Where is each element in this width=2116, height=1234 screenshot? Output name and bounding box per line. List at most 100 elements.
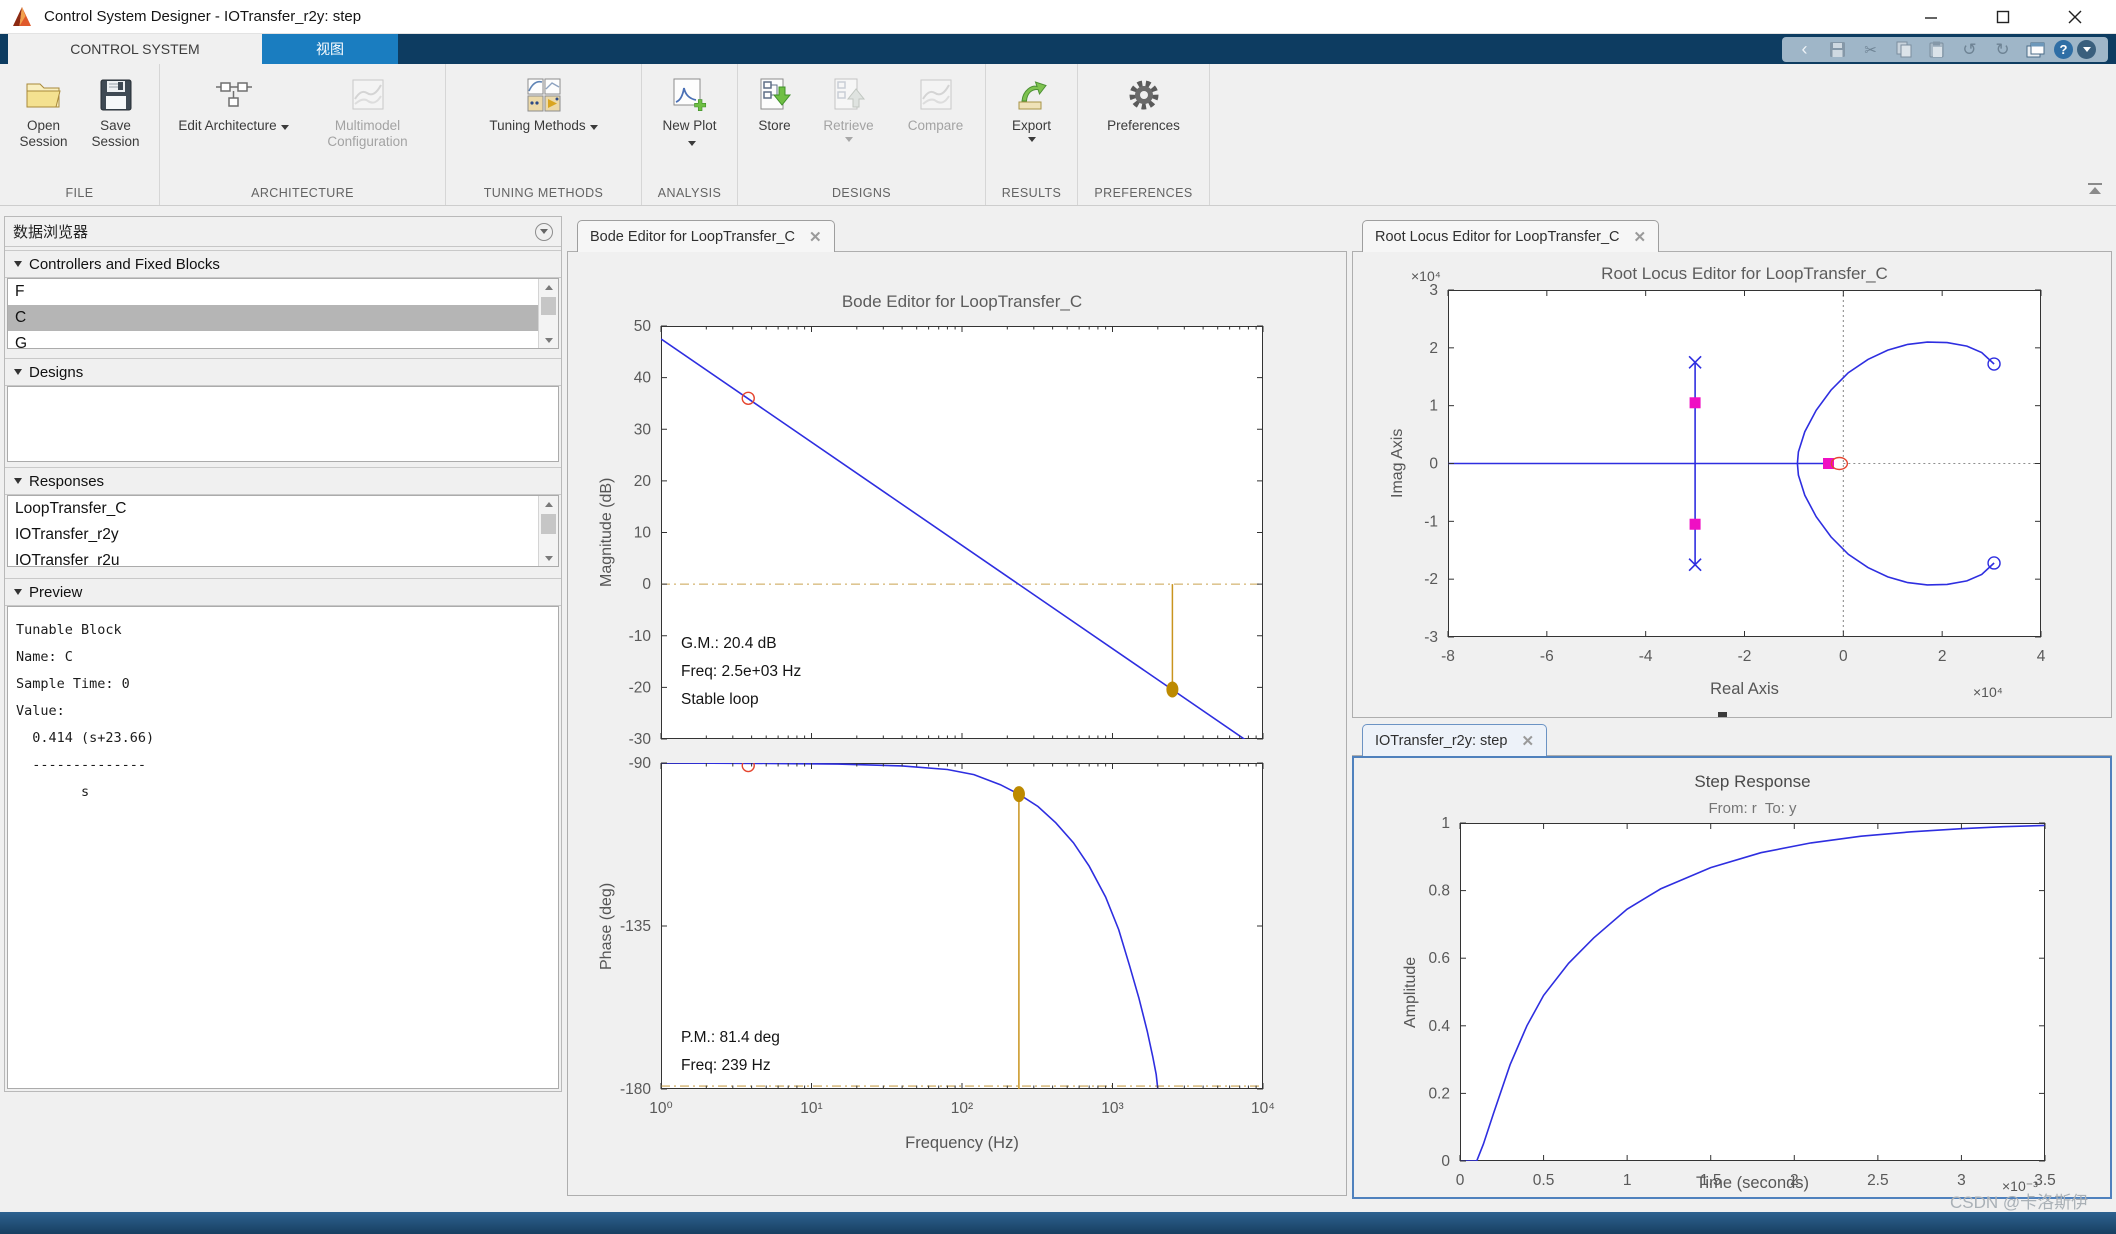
anno-line: Freq: 239 Hz [681, 1052, 780, 1080]
data-browser-menu-icon[interactable] [535, 223, 553, 241]
anno-line: Stable loop [681, 686, 801, 714]
tab-root-locus[interactable]: Root Locus Editor for LoopTransfer_C ✕ [1362, 220, 1659, 252]
minimize-button[interactable] [1908, 2, 1954, 32]
step-response-panel: IOTransfer_r2y: step ✕ Step Response Fro… [1352, 720, 2112, 1200]
group-tuning-methods: Tuning Methods TUNING METHODS [446, 64, 642, 205]
svg-text:-4: -4 [1639, 648, 1653, 665]
bode-tabstrip: Bode Editor for LoopTransfer_C ✕ [567, 216, 1347, 252]
tab-view[interactable]: 视图 [262, 34, 398, 64]
tab-control-system[interactable]: CONTROL SYSTEM [8, 34, 262, 64]
svg-text:10: 10 [634, 525, 652, 542]
section-preview-header[interactable]: Preview [5, 578, 561, 606]
anno-line: P.M.: 81.4 deg [681, 1024, 780, 1052]
close-button[interactable] [2052, 2, 2098, 32]
tab-label: Bode Editor for LoopTransfer_C [590, 229, 795, 245]
list-item[interactable]: IOTransfer_r2y [8, 522, 538, 548]
close-icon[interactable]: ✕ [1521, 732, 1534, 750]
status-bar [0, 1212, 2116, 1234]
scroll-down-icon[interactable] [539, 332, 558, 348]
button-label: Tuning Methods [489, 118, 585, 133]
svg-text:-180: -180 [620, 1081, 651, 1098]
undo-icon: ↺ [1955, 39, 1984, 60]
pv-line: Name: C [16, 644, 550, 671]
paste-icon [1922, 39, 1951, 60]
copy-icon [1889, 39, 1918, 60]
pv-line: s [16, 779, 550, 806]
matlab-logo-icon [10, 5, 34, 29]
step-figure: Step Response From: r To: y Amplitude 00… [1352, 756, 2112, 1199]
section-label: Preview [29, 584, 82, 601]
svg-text:0.4: 0.4 [1428, 1018, 1450, 1035]
section-responses-header[interactable]: Responses [5, 467, 561, 495]
svg-text:10⁰: 10⁰ [649, 1100, 672, 1117]
designs-list[interactable] [7, 386, 559, 462]
block-diagram-icon [214, 72, 254, 118]
button-label: Edit Architecture [178, 118, 276, 133]
qat-more-icon[interactable] [2077, 40, 2096, 59]
bode-figure: Bode Editor for LoopTransfer_C Magnitude… [567, 252, 1347, 1196]
pv-line: Tunable Block [16, 617, 550, 644]
compare-icon [917, 72, 955, 118]
scrollbar[interactable] [538, 496, 558, 566]
svg-text:0.6: 0.6 [1428, 950, 1450, 967]
responses-list: LoopTransfer_CIOTransfer_r2yIOTransfer_r… [7, 495, 559, 567]
rlocus-tabstrip: Root Locus Editor for LoopTransfer_C ✕ [1352, 216, 2112, 252]
svg-text:-3: -3 [1424, 629, 1438, 646]
amplitude-axis-label: Amplitude [1402, 823, 1420, 1161]
section-designs-header[interactable]: Designs [5, 358, 561, 386]
button-label: Export [1012, 118, 1051, 133]
svg-text:-6: -6 [1540, 648, 1554, 665]
section-controllers-header[interactable]: Controllers and Fixed Blocks [5, 250, 561, 278]
group-label: ANALYSIS [642, 186, 737, 200]
new-plot-icon [671, 72, 709, 118]
svg-text:0: 0 [1441, 1153, 1450, 1170]
svg-text:20: 20 [634, 473, 652, 490]
frequency-axis-label: Frequency (Hz) [661, 1134, 1263, 1153]
step-response-plot[interactable]: 00.511.522.533.500.20.40.60.81 [1460, 823, 2045, 1161]
group-file: Open Session Save Session FILE [0, 64, 160, 205]
list-item[interactable]: F [8, 279, 538, 305]
button-label: Store [758, 118, 790, 133]
list-item[interactable]: LoopTransfer_C [8, 496, 538, 522]
scrollbar[interactable] [538, 279, 558, 348]
dropdown-arrow-icon [1028, 137, 1036, 142]
tab-bode-editor[interactable]: Bode Editor for LoopTransfer_C ✕ [577, 220, 835, 252]
scroll-thumb[interactable] [541, 297, 556, 315]
svg-text:-2: -2 [1738, 648, 1752, 665]
svg-text:-135: -135 [620, 918, 651, 935]
window-title: Control System Designer - IOTransfer_r2y… [44, 8, 361, 25]
scroll-thumb[interactable] [541, 514, 556, 534]
control-system-designer-window: Control System Designer - IOTransfer_r2y… [0, 0, 2116, 1234]
section-label: Responses [29, 473, 104, 490]
button-label: Save Session [91, 118, 139, 149]
scroll-up-icon[interactable] [539, 496, 558, 512]
tab-step-response[interactable]: IOTransfer_r2y: step ✕ [1362, 724, 1547, 756]
data-browser-header: 数据浏览器 [5, 217, 561, 247]
minimize-ribbon-icon[interactable] [2086, 183, 2104, 197]
list-item[interactable]: C [8, 305, 538, 331]
close-icon[interactable]: ✕ [809, 228, 822, 246]
maximize-button[interactable] [1980, 2, 2026, 32]
help-icon[interactable]: ? [2054, 40, 2073, 59]
close-icon[interactable]: ✕ [1633, 228, 1646, 246]
dropdown-arrow-icon [688, 141, 696, 146]
magnitude-axis-label: Magnitude (dB) [598, 326, 616, 739]
collapse-arrow-icon [14, 478, 22, 484]
collapse-left-icon[interactable]: ‹ [1790, 39, 1819, 60]
section-label: Designs [29, 364, 83, 381]
redo-icon: ↻ [1988, 39, 2017, 60]
list-item[interactable]: G [8, 331, 538, 349]
scroll-down-icon[interactable] [539, 550, 558, 566]
window-layout-icon[interactable] [2021, 39, 2050, 60]
scroll-up-icon[interactable] [539, 279, 558, 295]
root-locus-plot[interactable]: -8-6-4-2024-3-2-10123 [1448, 290, 2041, 637]
collapse-arrow-icon [14, 261, 22, 267]
tuning-methods-icon [525, 72, 563, 118]
svg-text:-30: -30 [629, 731, 652, 748]
list-item[interactable]: IOTransfer_r2u [8, 548, 538, 567]
panel-splitter-handle[interactable] [1718, 712, 1727, 717]
multimodel-plot-icon [349, 72, 387, 118]
svg-text:-8: -8 [1441, 648, 1455, 665]
svg-text:-1: -1 [1424, 513, 1438, 530]
svg-text:10²: 10² [951, 1100, 973, 1117]
